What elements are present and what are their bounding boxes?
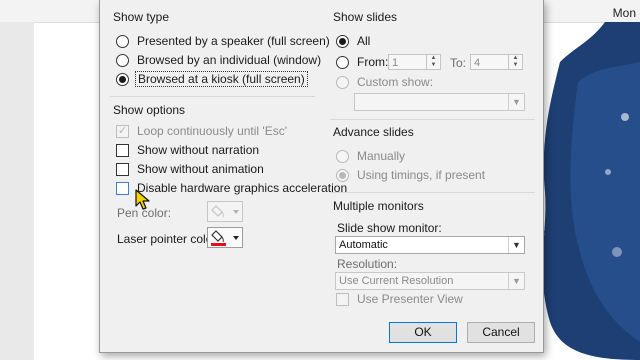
multiple-monitors-heading: Multiple monitors bbox=[333, 199, 424, 213]
chevron-down-icon[interactable]: ▼ bbox=[508, 237, 524, 253]
slide-thumbnail-pane bbox=[0, 22, 34, 360]
radio-icon[interactable] bbox=[116, 34, 129, 48]
option-use-presenter-view: Use Presenter View bbox=[336, 290, 463, 308]
option-browsed-by-individual[interactable]: Browsed by an individual (window) bbox=[116, 51, 321, 69]
option-loop-continuously: ✓ Loop continuously until 'Esc' bbox=[116, 122, 287, 140]
option-presented-by-speaker[interactable]: Presented by a speaker (full screen) bbox=[116, 32, 330, 50]
checkbox-checked-disabled-icon: ✓ bbox=[116, 124, 129, 138]
checkbox-icon[interactable] bbox=[116, 181, 129, 195]
option-label: All bbox=[357, 34, 371, 48]
from-slide-value: 1 bbox=[392, 57, 399, 69]
laser-pointer-color-button[interactable] bbox=[207, 227, 243, 248]
slide-show-monitor-label: Slide show monitor: bbox=[337, 221, 442, 235]
radio-selected-icon[interactable] bbox=[116, 72, 129, 86]
show-slides-heading: Show slides bbox=[333, 10, 398, 24]
slide-show-monitor-value: Automatic bbox=[339, 239, 388, 251]
option-label: Use Presenter View bbox=[357, 292, 463, 306]
checkbox-icon[interactable] bbox=[116, 162, 129, 176]
resolution-dropdown: Use Current Resolution ▼ bbox=[335, 272, 525, 290]
divider bbox=[110, 96, 315, 97]
radio-selected-disabled-icon bbox=[336, 168, 349, 182]
advance-slides-heading: Advance slides bbox=[333, 125, 414, 139]
option-label: Browsed by an individual (window) bbox=[137, 53, 322, 67]
option-browsed-at-kiosk[interactable]: Browsed at a kiosk (full screen) bbox=[116, 70, 308, 88]
to-slide-spinner[interactable]: 4 ▲ ▼ bbox=[470, 54, 523, 70]
option-show-without-narration[interactable]: Show without narration bbox=[116, 141, 259, 159]
option-label: Browsed at a kiosk (full screen) bbox=[135, 71, 308, 87]
option-from-slide[interactable]: From: bbox=[336, 53, 388, 71]
spinner-arrows-icon[interactable]: ▲ ▼ bbox=[426, 55, 440, 69]
option-using-timings: Using timings, if present bbox=[336, 166, 485, 184]
radio-selected-icon[interactable] bbox=[336, 34, 349, 48]
option-custom-show: Custom show: bbox=[336, 73, 433, 91]
ok-button[interactable]: OK bbox=[389, 322, 457, 343]
option-label: Presented by a speaker (full screen) bbox=[137, 34, 330, 48]
pen-color-button bbox=[207, 201, 243, 222]
option-show-without-animation[interactable]: Show without animation bbox=[116, 160, 264, 178]
ribbon-tab-label[interactable]: Mon bbox=[613, 6, 636, 20]
cancel-button[interactable]: Cancel bbox=[467, 322, 535, 343]
divider bbox=[330, 192, 535, 193]
option-label: Loop continuously until 'Esc' bbox=[137, 124, 288, 138]
laser-pointer-color-label: Laser pointer color: bbox=[117, 232, 220, 246]
to-slide-label: To: bbox=[450, 56, 467, 70]
radio-disabled-icon bbox=[336, 75, 349, 89]
checkbox-icon[interactable] bbox=[116, 143, 129, 157]
option-all-slides[interactable]: All bbox=[336, 32, 370, 50]
paint-bucket-icon bbox=[211, 230, 239, 246]
resolution-label: Resolution: bbox=[337, 257, 398, 271]
option-label: Disable hardware graphics acceleration bbox=[137, 181, 348, 195]
option-label: Using timings, if present bbox=[357, 168, 486, 182]
option-label: From: bbox=[357, 55, 389, 69]
slide-show-monitor-dropdown[interactable]: Automatic ▼ bbox=[335, 236, 525, 254]
resolution-value: Use Current Resolution bbox=[339, 275, 454, 287]
checkbox-disabled-icon bbox=[336, 292, 349, 306]
custom-show-dropdown: ▼ bbox=[354, 93, 525, 111]
show-options-heading: Show options bbox=[113, 103, 186, 117]
to-slide-value: 4 bbox=[474, 57, 481, 69]
mouse-pointer-icon bbox=[135, 189, 150, 210]
radio-icon[interactable] bbox=[336, 55, 349, 69]
chevron-down-icon: ▼ bbox=[508, 273, 524, 289]
paint-bucket-icon bbox=[211, 205, 239, 218]
radio-icon[interactable] bbox=[116, 53, 129, 67]
show-type-heading: Show type bbox=[113, 10, 170, 24]
spinner-arrows-icon[interactable]: ▲ ▼ bbox=[508, 55, 522, 69]
option-label: Show without animation bbox=[137, 162, 264, 176]
option-label: Show without narration bbox=[137, 143, 260, 157]
divider bbox=[330, 119, 535, 120]
option-label: Custom show: bbox=[357, 75, 434, 89]
set-up-show-dialog: Show type Presented by a speaker (full s… bbox=[99, 0, 544, 353]
option-advance-manually: Manually bbox=[336, 147, 405, 165]
from-slide-spinner[interactable]: 1 ▲ ▼ bbox=[388, 54, 441, 70]
radio-disabled-icon bbox=[336, 149, 349, 163]
chevron-down-icon: ▼ bbox=[508, 94, 524, 110]
option-label: Manually bbox=[357, 149, 406, 163]
